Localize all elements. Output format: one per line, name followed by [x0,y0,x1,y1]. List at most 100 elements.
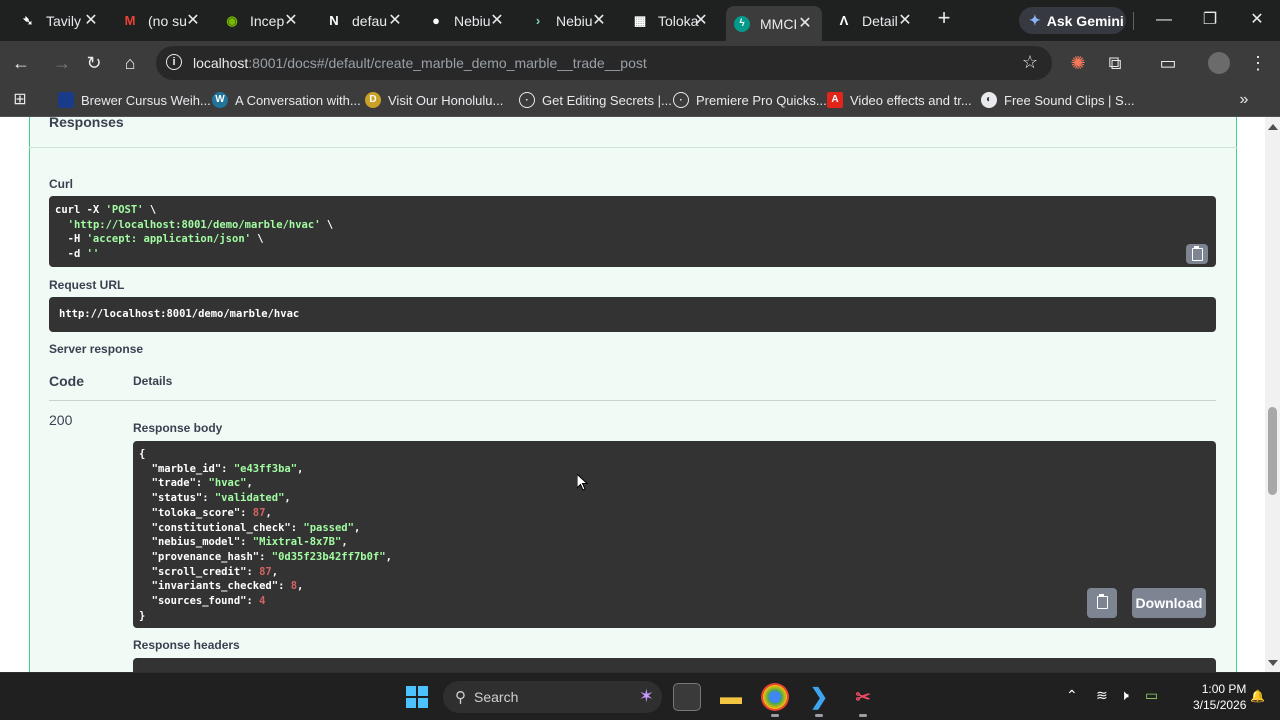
close-icon[interactable]: ✕ [82,11,100,29]
close-icon[interactable]: ✕ [796,14,814,32]
detail-icon: Ʌ [839,13,849,28]
details-column-header: Details [133,374,173,388]
close-icon[interactable]: ✕ [282,11,300,29]
copy-curl-button[interactable] [1186,244,1208,264]
bookmark-item[interactable]: · Premiere Pro Quicks... [673,92,827,108]
json-key: "invariants_checked": [139,580,291,593]
tab-strip: ➴ Tavily ✕ M (no su ✕ ◉ Incep ✕ N defau … [0,0,1280,41]
bookmark-item[interactable]: W A Conversation with... [212,92,361,108]
tab-detail[interactable]: Ʌ Detail ✕ [836,8,914,33]
bookmark-label: Brewer Cursus Weih... [81,92,211,108]
json-key: "sources_found": [139,595,260,608]
curl-text: -d [55,247,87,260]
responses-heading: Responses [49,117,124,130]
forward-icon[interactable]: → [50,51,74,75]
curl-text: \ [320,218,334,231]
scroll-thumb[interactable] [1268,407,1277,495]
wifi-icon[interactable]: ≋ [1096,687,1108,704]
request-url-value: http://localhost:8001/demo/marble/hvac [49,297,1216,332]
notification-icon[interactable]: 🔔 [1250,689,1265,703]
bookmark-label: Get Editing Secrets |... [542,92,672,108]
close-icon[interactable]: ✕ [488,11,506,29]
close-window-icon[interactable]: ✕ [1245,8,1269,32]
cast-icon[interactable]: ▭ [1156,51,1180,75]
json-key: "toloka_score": [139,506,253,519]
json-key: "nebius_model": [139,536,253,549]
file-explorer-icon[interactable]: ▬ [717,683,745,711]
divider [49,400,1216,401]
close-icon[interactable]: ✕ [896,11,914,29]
copy-response-button[interactable] [1087,588,1117,618]
response-headers-label: Response headers [133,638,240,652]
ask-gemini-button[interactable]: ✦ Ask Gemini [1019,7,1126,34]
windows-start-icon[interactable] [406,686,428,708]
bookmark-item[interactable]: · Get Editing Secrets |... [519,92,672,108]
tab-nvidia[interactable]: ◉ Incep ✕ [224,8,300,33]
json-punct: , [297,580,304,593]
clock[interactable]: 1:00 PM 3/15/2026 [1193,681,1246,713]
bookmark-label: Free Sound Clips | S... [1004,92,1135,108]
close-icon[interactable]: ✕ [590,11,608,29]
curl-text: \ [250,233,264,245]
apps-icon[interactable]: ⊞ [8,88,32,112]
toloka-icon: ▦ [633,12,647,28]
honolulu-icon: D [365,92,381,108]
reload-icon[interactable]: ↻ [82,51,106,75]
snipping-tool-icon[interactable]: ✂ [849,683,877,717]
bookmark-item[interactable]: Brewer Cursus Weih... [58,92,211,108]
home-icon[interactable]: ⌂ [118,51,142,75]
bookmark-item[interactable]: ◐ Free Sound Clips | S... [981,92,1135,108]
page-scrollbar[interactable] [1265,117,1280,672]
restore-icon[interactable]: ❐ [1198,8,1222,32]
soundclip-icon: ◐ [981,92,997,108]
back-icon[interactable]: ← [9,51,33,75]
download-button[interactable]: Download [1132,588,1206,618]
more-bookmarks-icon[interactable]: » [1232,88,1256,112]
url-text[interactable]: localhost:8001/docs#/default/create_marb… [193,55,647,71]
extension-claude-icon[interactable]: ✺ [1066,51,1090,75]
url-host: localhost [193,55,249,71]
curl-data: '' [86,247,100,260]
menu-icon[interactable]: ⋮ [1246,51,1270,75]
json-key: "status": [139,492,215,505]
vscode-icon[interactable]: ❯ [805,683,833,717]
show-hidden-icons[interactable]: ⌃ [1066,687,1078,704]
tab-gmail[interactable]: M (no su ✕ [122,8,202,33]
profile-avatar[interactable] [1208,52,1230,74]
globe-icon: · [519,92,535,108]
tab-nebius[interactable]: › Nebiu ✕ [530,8,608,33]
swagger-page: Responses Curl curl -X 'POST' \ 'http://… [0,117,1280,672]
site-info-icon[interactable]: i [166,54,182,70]
search-placeholder: Search [474,689,519,705]
chrome-icon[interactable] [761,683,789,717]
task-view-icon[interactable] [673,683,701,711]
bookmark-item[interactable]: A Video effects and tr... [827,92,972,108]
bookmark-item[interactable]: D Visit Our Honolulu... [365,92,503,108]
close-icon[interactable]: ✕ [184,11,202,29]
new-tab-icon[interactable]: + [933,7,955,30]
tab-toloka[interactable]: ▦ Toloka ✕ [632,8,710,33]
tab-docs[interactable]: N defau ✕ [326,8,404,33]
request-url-label: Request URL [49,278,125,292]
volume-muted-icon[interactable]: 🕨 [1120,687,1129,704]
windows-taskbar: ⚲ Search ✶ ▬ ❯ ✂ ⌃ ≋ 🕨 ▭ 1:00 PM 3/15/20… [0,672,1280,720]
bookmark-brewer-icon [58,92,74,108]
close-icon[interactable]: ✕ [386,11,404,29]
battery-icon[interactable]: ▭ [1145,687,1158,704]
curl-label: Curl [49,177,73,191]
globe-icon: · [673,92,689,108]
bookmark-star-icon[interactable]: ☆ [1022,52,1038,73]
minimize-icon[interactable]: — [1152,8,1176,32]
json-key: "constitutional_check": [139,521,304,534]
scroll-up-icon[interactable] [1268,124,1278,130]
close-icon[interactable]: ✕ [692,11,710,29]
extensions-icon[interactable]: ⧉ [1103,51,1127,75]
taskbar-search[interactable]: ⚲ Search ✶ [443,681,662,713]
scroll-down-icon[interactable] [1268,660,1278,666]
tab-tavily[interactable]: ➴ Tavily ✕ [20,8,100,33]
tab-title: MMCI [760,15,796,32]
tab-github[interactable]: ● Nebiu ✕ [428,8,506,33]
search-icon: ⚲ [455,689,466,706]
address-bar[interactable]: i localhost:8001/docs#/default/create_ma… [156,46,1052,80]
tab-mmci[interactable]: ϟ MMCI ✕ [726,6,822,41]
